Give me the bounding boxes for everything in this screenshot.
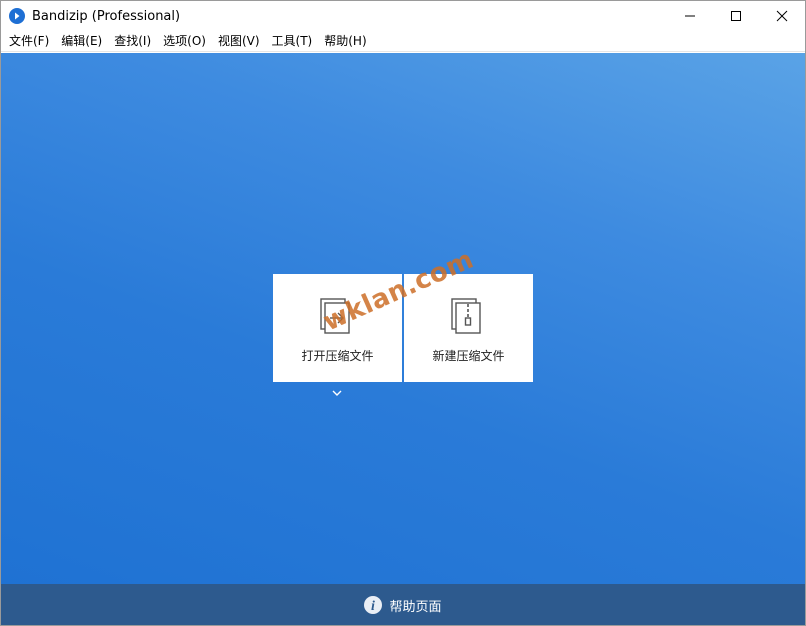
new-archive-button[interactable]: 新建压缩文件 xyxy=(404,274,533,382)
chevron-down-icon[interactable] xyxy=(331,388,343,398)
maximize-icon xyxy=(731,11,741,21)
menu-help[interactable]: 帮助(H) xyxy=(318,31,372,52)
svg-text:i: i xyxy=(372,599,376,614)
menu-file[interactable]: 文件(F) xyxy=(3,31,55,52)
help-page-label: 帮助页面 xyxy=(389,599,442,615)
menu-edit[interactable]: 编辑(E) xyxy=(55,31,108,52)
new-archive-icon xyxy=(450,298,481,334)
close-icon xyxy=(776,10,788,22)
open-archive-icon xyxy=(319,298,350,334)
menu-bar: 文件(F) 编辑(E) 查找(I) 选项(O) 视图(V) 工具(T) 帮助(H… xyxy=(1,31,805,52)
app-window: Bandizip (Professional) 文件(F) 编辑(E) 查找(I… xyxy=(0,0,806,626)
window-controls xyxy=(667,1,805,31)
maximize-button[interactable] xyxy=(713,1,759,31)
close-button[interactable] xyxy=(759,1,805,31)
minimize-button[interactable] xyxy=(667,1,713,31)
bandizip-logo-icon xyxy=(9,8,25,24)
open-archive-button[interactable]: 打开压缩文件 xyxy=(273,274,402,382)
minimize-icon xyxy=(685,15,695,17)
open-archive-label: 打开压缩文件 xyxy=(301,349,374,363)
info-icon: i xyxy=(364,596,383,614)
menu-tools[interactable]: 工具(T) xyxy=(266,31,319,52)
title-bar[interactable]: Bandizip (Professional) xyxy=(1,1,805,31)
new-archive-label: 新建压缩文件 xyxy=(432,349,505,363)
help-bar[interactable]: i 帮助页面 xyxy=(1,584,805,625)
window-title: Bandizip (Professional) xyxy=(32,8,181,24)
menu-view[interactable]: 视图(V) xyxy=(212,31,266,52)
menu-find[interactable]: 查找(I) xyxy=(108,31,157,52)
main-area: 打开压缩文件 新建压缩文件 wklan.com xyxy=(1,53,805,584)
menu-options[interactable]: 选项(O) xyxy=(157,31,212,52)
